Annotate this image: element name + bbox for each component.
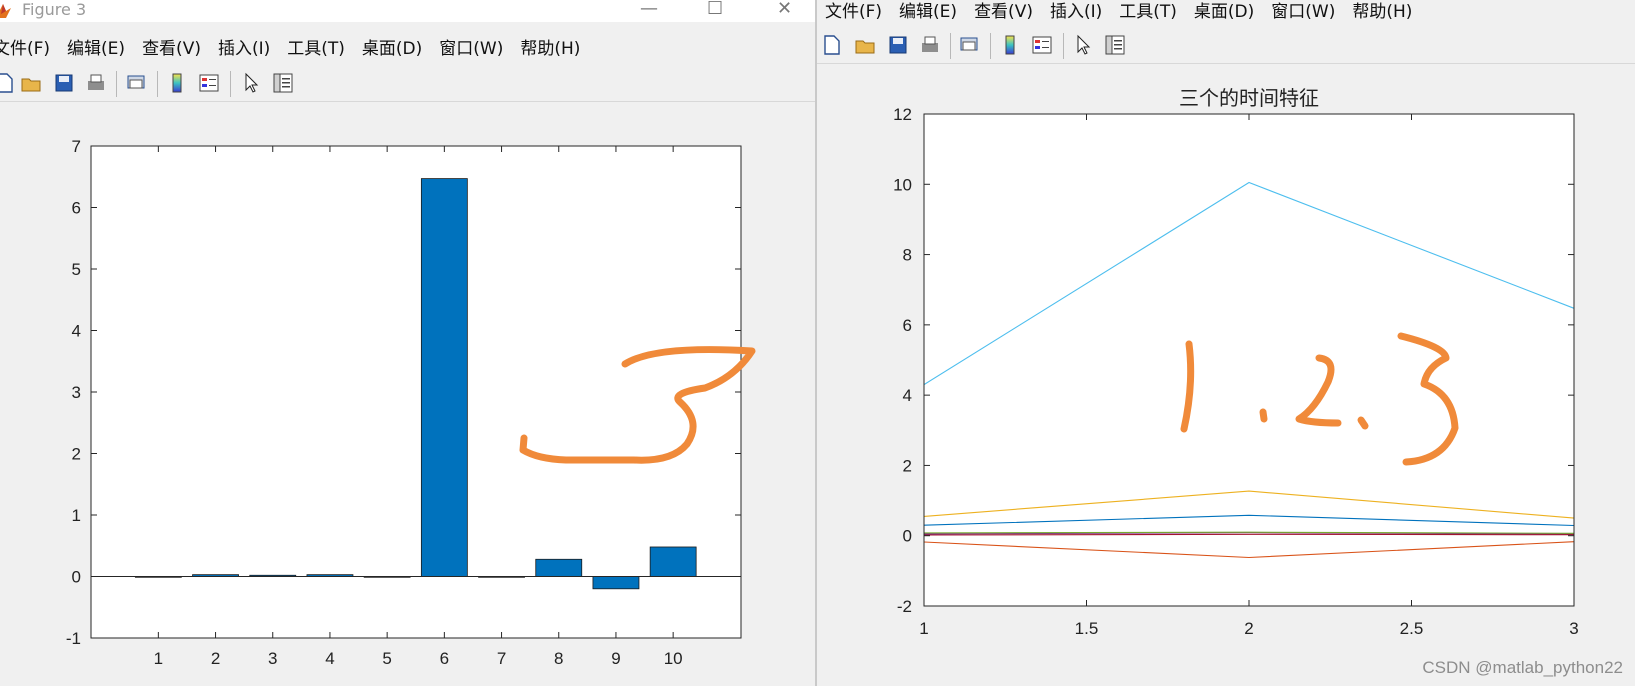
x-tick-label: 3 — [268, 649, 277, 668]
plot-area — [91, 146, 741, 638]
print-icon[interactable] — [919, 34, 941, 56]
property-inspector-icon[interactable] — [1104, 34, 1126, 56]
bar-9 — [592, 576, 640, 590]
maximize-button[interactable]: ☐ — [707, 0, 723, 19]
menu-view[interactable]: 查看(V) — [142, 34, 201, 59]
x-tick-label: 6 — [440, 649, 449, 668]
x-tick-label: 1 — [154, 649, 163, 668]
figure-window-right: 文件(F) 编辑(E) 查看(V) 插入(I) 工具(T) 桌面(D) 窗口(W) 帮助(H)… — [817, 0, 1635, 686]
menu-bar: 文件(F) 编辑(E) 查看(V) 插入(I) 工具(T) 桌面(D) 窗口(W) 帮助(H) — [825, 0, 1635, 25]
print-icon[interactable] — [85, 72, 107, 94]
menu-bar: 文件(F) 编辑(E) 查看(V) 插入(I) 工具(T) 桌面(D) 窗口(W) 帮助(H) — [0, 34, 815, 62]
legend-icon[interactable] — [198, 72, 220, 94]
bar-6 — [420, 178, 468, 577]
menu-desktop[interactable]: 桌面(D) — [362, 34, 422, 59]
y-tick-label: 6 — [903, 316, 912, 335]
title-bar: Figure 3 — ☐ ✕ — [0, 0, 815, 22]
figure-toolbar — [817, 27, 1635, 64]
x-tick-label: 5 — [382, 649, 391, 668]
menu-view[interactable]: 查看(V) — [974, 0, 1033, 22]
bar-10 — [649, 546, 697, 577]
matlab-logo-icon — [0, 4, 11, 18]
y-tick-label: 0 — [72, 568, 81, 587]
y-tick-label: 0 — [903, 527, 912, 546]
x-tick-label: 2.5 — [1400, 619, 1424, 638]
y-tick-label: 1 — [72, 506, 81, 525]
handwritten-annotation — [1259, 408, 1268, 423]
y-tick-label: 2 — [903, 456, 912, 475]
new-file-icon[interactable] — [821, 34, 843, 56]
line-chart: 三个的时间特征 -2 0 2 4 6 8 10 12 1 1.5 2 2.5 3 — [893, 86, 1579, 638]
x-tick-label: 7 — [497, 649, 506, 668]
y-tick-label: -2 — [897, 597, 912, 616]
y-tick-label: 6 — [72, 199, 81, 218]
y-tick-label: 8 — [903, 246, 912, 265]
figure-toolbar — [0, 65, 815, 102]
save-icon[interactable] — [53, 72, 75, 94]
print-preview-icon[interactable] — [125, 72, 147, 94]
x-tick-label: 10 — [664, 649, 683, 668]
x-tick-label: 2 — [1244, 619, 1253, 638]
menu-insert[interactable]: 插入(I) — [218, 34, 270, 59]
watermark: CSDN @matlab_python22 — [1422, 658, 1623, 677]
bar-chart: -1 0 1 2 3 4 5 6 7 1 2 3 4 5 6 7 8 9 10 — [66, 137, 756, 668]
open-folder-icon[interactable] — [20, 72, 42, 94]
y-tick-label: 2 — [72, 445, 81, 464]
close-button[interactable]: ✕ — [777, 0, 792, 19]
y-tick-label: 4 — [72, 322, 81, 341]
bar-8 — [535, 558, 583, 577]
handwritten-annotation — [1357, 416, 1369, 430]
minimize-button[interactable]: — — [640, 0, 658, 19]
menu-file[interactable]: 文件(F) — [825, 0, 882, 22]
print-preview-icon[interactable] — [958, 34, 980, 56]
menu-tools[interactable]: 工具(T) — [287, 34, 345, 59]
menu-edit[interactable]: 编辑(E) — [899, 0, 957, 22]
legend-icon[interactable] — [1031, 34, 1053, 56]
menu-window[interactable]: 窗口(W) — [439, 34, 503, 59]
x-tick-label: 1.5 — [1075, 619, 1099, 638]
menu-window[interactable]: 窗口(W) — [1271, 0, 1335, 22]
chart-title: 三个的时间特征 — [1179, 86, 1319, 110]
x-tick-label: 4 — [325, 649, 334, 668]
x-tick-label: 8 — [554, 649, 563, 668]
y-tick-label: 5 — [72, 260, 81, 279]
menu-edit[interactable]: 编辑(E) — [67, 34, 125, 59]
x-tick-label: 2 — [211, 649, 220, 668]
menu-desktop[interactable]: 桌面(D) — [1194, 0, 1254, 22]
colorbar-icon[interactable] — [999, 34, 1021, 56]
window-title: Figure 3 — [22, 0, 87, 19]
figure-3-window: Figure 3 — ☐ ✕ 文件(F) 编辑(E) 查看(V) 插入(I) 工具(T)… — [0, 0, 815, 686]
y-tick-label: 4 — [903, 386, 912, 405]
y-tick-label: 3 — [72, 383, 81, 402]
pointer-arrow-icon[interactable] — [240, 72, 262, 94]
y-tick-label: 12 — [893, 105, 912, 124]
y-tick-label: -1 — [66, 629, 81, 648]
y-tick-label: 10 — [893, 175, 912, 194]
new-file-icon[interactable] — [0, 72, 16, 94]
x-tick-label: 9 — [611, 649, 620, 668]
open-folder-icon[interactable] — [854, 34, 876, 56]
property-inspector-icon[interactable] — [272, 72, 294, 94]
save-icon[interactable] — [887, 34, 909, 56]
menu-help[interactable]: 帮助(H) — [1352, 0, 1412, 22]
x-tick-label: 3 — [1569, 619, 1578, 638]
menu-help[interactable]: 帮助(H) — [520, 34, 580, 59]
menu-tools[interactable]: 工具(T) — [1119, 0, 1177, 22]
menu-insert[interactable]: 插入(I) — [1050, 0, 1102, 22]
x-tick-label: 1 — [919, 619, 928, 638]
y-tick-label: 7 — [72, 137, 81, 156]
colorbar-icon[interactable] — [166, 72, 188, 94]
pointer-arrow-icon[interactable] — [1072, 34, 1094, 56]
menu-file[interactable]: 文件(F) — [0, 34, 50, 59]
